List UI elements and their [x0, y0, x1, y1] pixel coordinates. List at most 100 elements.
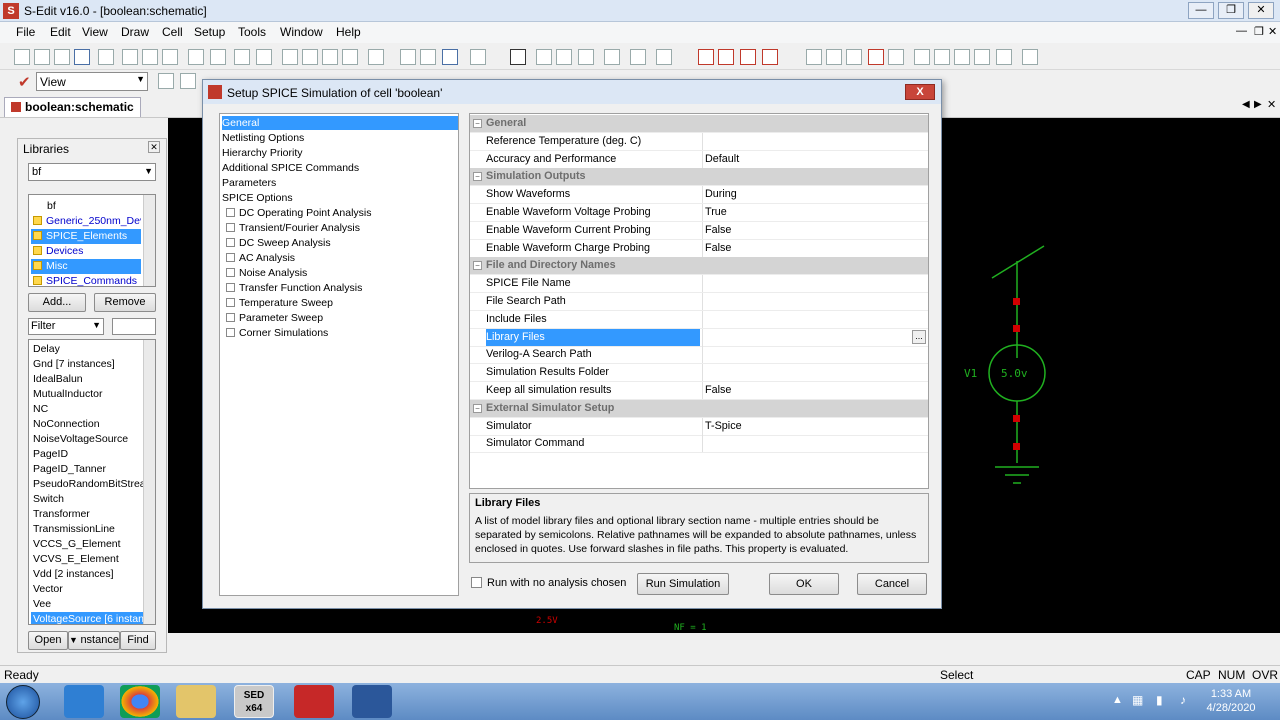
start-button[interactable] — [6, 685, 40, 719]
tab-scroll-right-icon[interactable]: ▶ — [1254, 99, 1262, 110]
filter-input[interactable] — [112, 318, 156, 335]
property-row[interactable]: SPICE File Name — [470, 275, 928, 294]
tree-item[interactable]: Transfer Function Analysis — [226, 281, 362, 295]
library-item[interactable]: SPICE_Commands — [31, 274, 141, 289]
property-category[interactable]: − General — [470, 115, 928, 133]
probe-icon[interactable] — [806, 49, 822, 65]
property-row[interactable]: Enable Waveform Voltage Probing True — [470, 204, 928, 222]
library-item[interactable]: Devices — [31, 244, 141, 259]
close-button[interactable]: ✕ — [1248, 2, 1274, 19]
find-cell-button[interactable]: Find — [120, 631, 156, 650]
dialog-close-button[interactable]: X — [905, 84, 935, 100]
cell-list-item[interactable]: IdealBalun — [31, 372, 143, 387]
property-value[interactable]: False — [702, 239, 928, 257]
cancel-button[interactable]: Cancel — [857, 573, 927, 595]
cell-list-item[interactable]: Vdd [2 instances] — [31, 567, 143, 582]
property-category[interactable]: − External Simulator Setup — [470, 399, 928, 418]
mode-select[interactable]: View ▼ — [36, 72, 148, 91]
property-value[interactable]: T-Spice — [702, 417, 928, 435]
checkmark-icon[interactable]: ✔ — [18, 73, 31, 91]
tree-item-checkbox[interactable] — [226, 208, 235, 217]
maximize-button[interactable]: ❐ — [1218, 2, 1244, 19]
menu-edit[interactable]: Edit — [50, 25, 71, 39]
property-value[interactable] — [702, 328, 928, 346]
tray-clock[interactable]: 1:33 AM 4/28/2020 — [1204, 687, 1258, 715]
settings-tree[interactable]: General Netlisting Options Hierarchy Prior… — [219, 113, 459, 596]
menu-tools[interactable]: Tools — [238, 25, 266, 39]
collapse-icon[interactable]: − — [473, 261, 482, 271]
menu-file[interactable]: File — [16, 25, 35, 39]
copy-icon[interactable] — [142, 49, 158, 65]
stop-icon[interactable] — [868, 49, 884, 65]
undo-icon[interactable] — [234, 49, 250, 65]
property-row[interactable]: Library Files... — [470, 328, 928, 347]
cell-list-scrollbar[interactable] — [143, 340, 155, 624]
tree-item[interactable]: Additional SPICE Commands — [222, 161, 359, 175]
cell-list-item[interactable]: PseudoRandomBitStream — [31, 477, 143, 492]
tree-item-checkbox[interactable] — [226, 268, 235, 277]
property-row[interactable]: Simulator Command — [470, 435, 928, 454]
property-row[interactable]: Accuracy and Performance Default — [470, 150, 928, 169]
properties-icon[interactable] — [996, 49, 1012, 65]
property-row[interactable]: Reference Temperature (deg. C) — [470, 132, 928, 151]
property-value[interactable] — [702, 364, 928, 382]
cell-list-item[interactable]: Vector — [31, 582, 143, 597]
property-value[interactable] — [702, 132, 928, 150]
mdi-minimize-icon[interactable]: — — [1236, 25, 1247, 37]
property-value[interactable]: Default — [702, 150, 928, 168]
new-icon[interactable] — [14, 49, 30, 65]
tree-item[interactable]: General — [222, 116, 458, 130]
tab-close-icon[interactable]: ✕ — [1267, 98, 1276, 111]
library-scrollbar[interactable] — [143, 195, 155, 286]
property-row[interactable]: Verilog-A Search Path — [470, 346, 928, 365]
mdi-close-icon[interactable]: ✕ — [1268, 25, 1277, 38]
panel-close-icon[interactable]: ✕ — [148, 141, 160, 153]
layers-icon[interactable] — [442, 49, 458, 65]
tree-item[interactable]: Transient/Fourier Analysis — [226, 221, 360, 235]
collapse-icon[interactable]: − — [473, 403, 482, 413]
tree-item[interactable]: SPICE Options — [222, 191, 293, 205]
tab-scroll-left-icon[interactable]: ◀ — [1242, 99, 1250, 110]
global-icon[interactable] — [846, 49, 862, 65]
port-tool-icon[interactable] — [718, 49, 734, 65]
rectangle-tool-icon[interactable] — [536, 49, 552, 65]
other-port-icon[interactable] — [974, 49, 990, 65]
property-value[interactable]: False — [702, 382, 928, 399]
property-row[interactable]: Show Waveforms During — [470, 186, 928, 205]
property-value[interactable]: During — [702, 186, 928, 204]
acrobat-icon[interactable] — [294, 685, 334, 718]
menu-view[interactable]: View — [82, 25, 108, 39]
scale-icon[interactable] — [158, 73, 174, 89]
wand-icon[interactable] — [1022, 49, 1038, 65]
tree-item-checkbox[interactable] — [226, 328, 235, 337]
menu-draw[interactable]: Draw — [121, 25, 149, 39]
property-value[interactable] — [702, 310, 928, 328]
library-item[interactable]: Generic_250nm_Devi — [31, 214, 141, 229]
open-icon[interactable] — [54, 49, 70, 65]
tree-item[interactable]: AC Analysis — [226, 251, 295, 265]
tree-item[interactable]: Temperature Sweep — [226, 296, 333, 310]
property-value[interactable] — [702, 275, 928, 293]
menu-window[interactable]: Window — [280, 25, 323, 39]
new-file-icon[interactable] — [34, 49, 50, 65]
mdi-restore-icon[interactable]: ❐ — [1254, 25, 1264, 38]
back-icon[interactable] — [282, 49, 298, 65]
property-value[interactable] — [702, 435, 928, 453]
run-no-analysis-checkbox[interactable] — [471, 577, 482, 588]
tree-item[interactable]: Parameters — [222, 176, 276, 190]
tree-item-checkbox[interactable] — [226, 313, 235, 322]
property-row[interactable]: Keep all simulation results False — [470, 382, 928, 400]
forward-icon[interactable] — [302, 49, 318, 65]
bus-tool-icon[interactable] — [762, 49, 778, 65]
help-icon[interactable] — [420, 49, 436, 65]
property-row[interactable]: Include Files — [470, 310, 928, 329]
net-label-icon[interactable] — [740, 49, 756, 65]
tree-item[interactable]: Corner Simulations — [226, 326, 328, 340]
property-row[interactable]: Enable Waveform Current Probing False — [470, 221, 928, 240]
tray-power-icon[interactable]: ▮ — [1156, 693, 1163, 707]
library-item[interactable]: Misc — [31, 259, 141, 274]
library-item[interactable]: bf — [31, 199, 141, 214]
zoom-icon[interactable] — [188, 49, 204, 65]
library-select[interactable]: bf ▼ — [28, 163, 156, 181]
tree-item[interactable]: DC Sweep Analysis — [226, 236, 331, 250]
